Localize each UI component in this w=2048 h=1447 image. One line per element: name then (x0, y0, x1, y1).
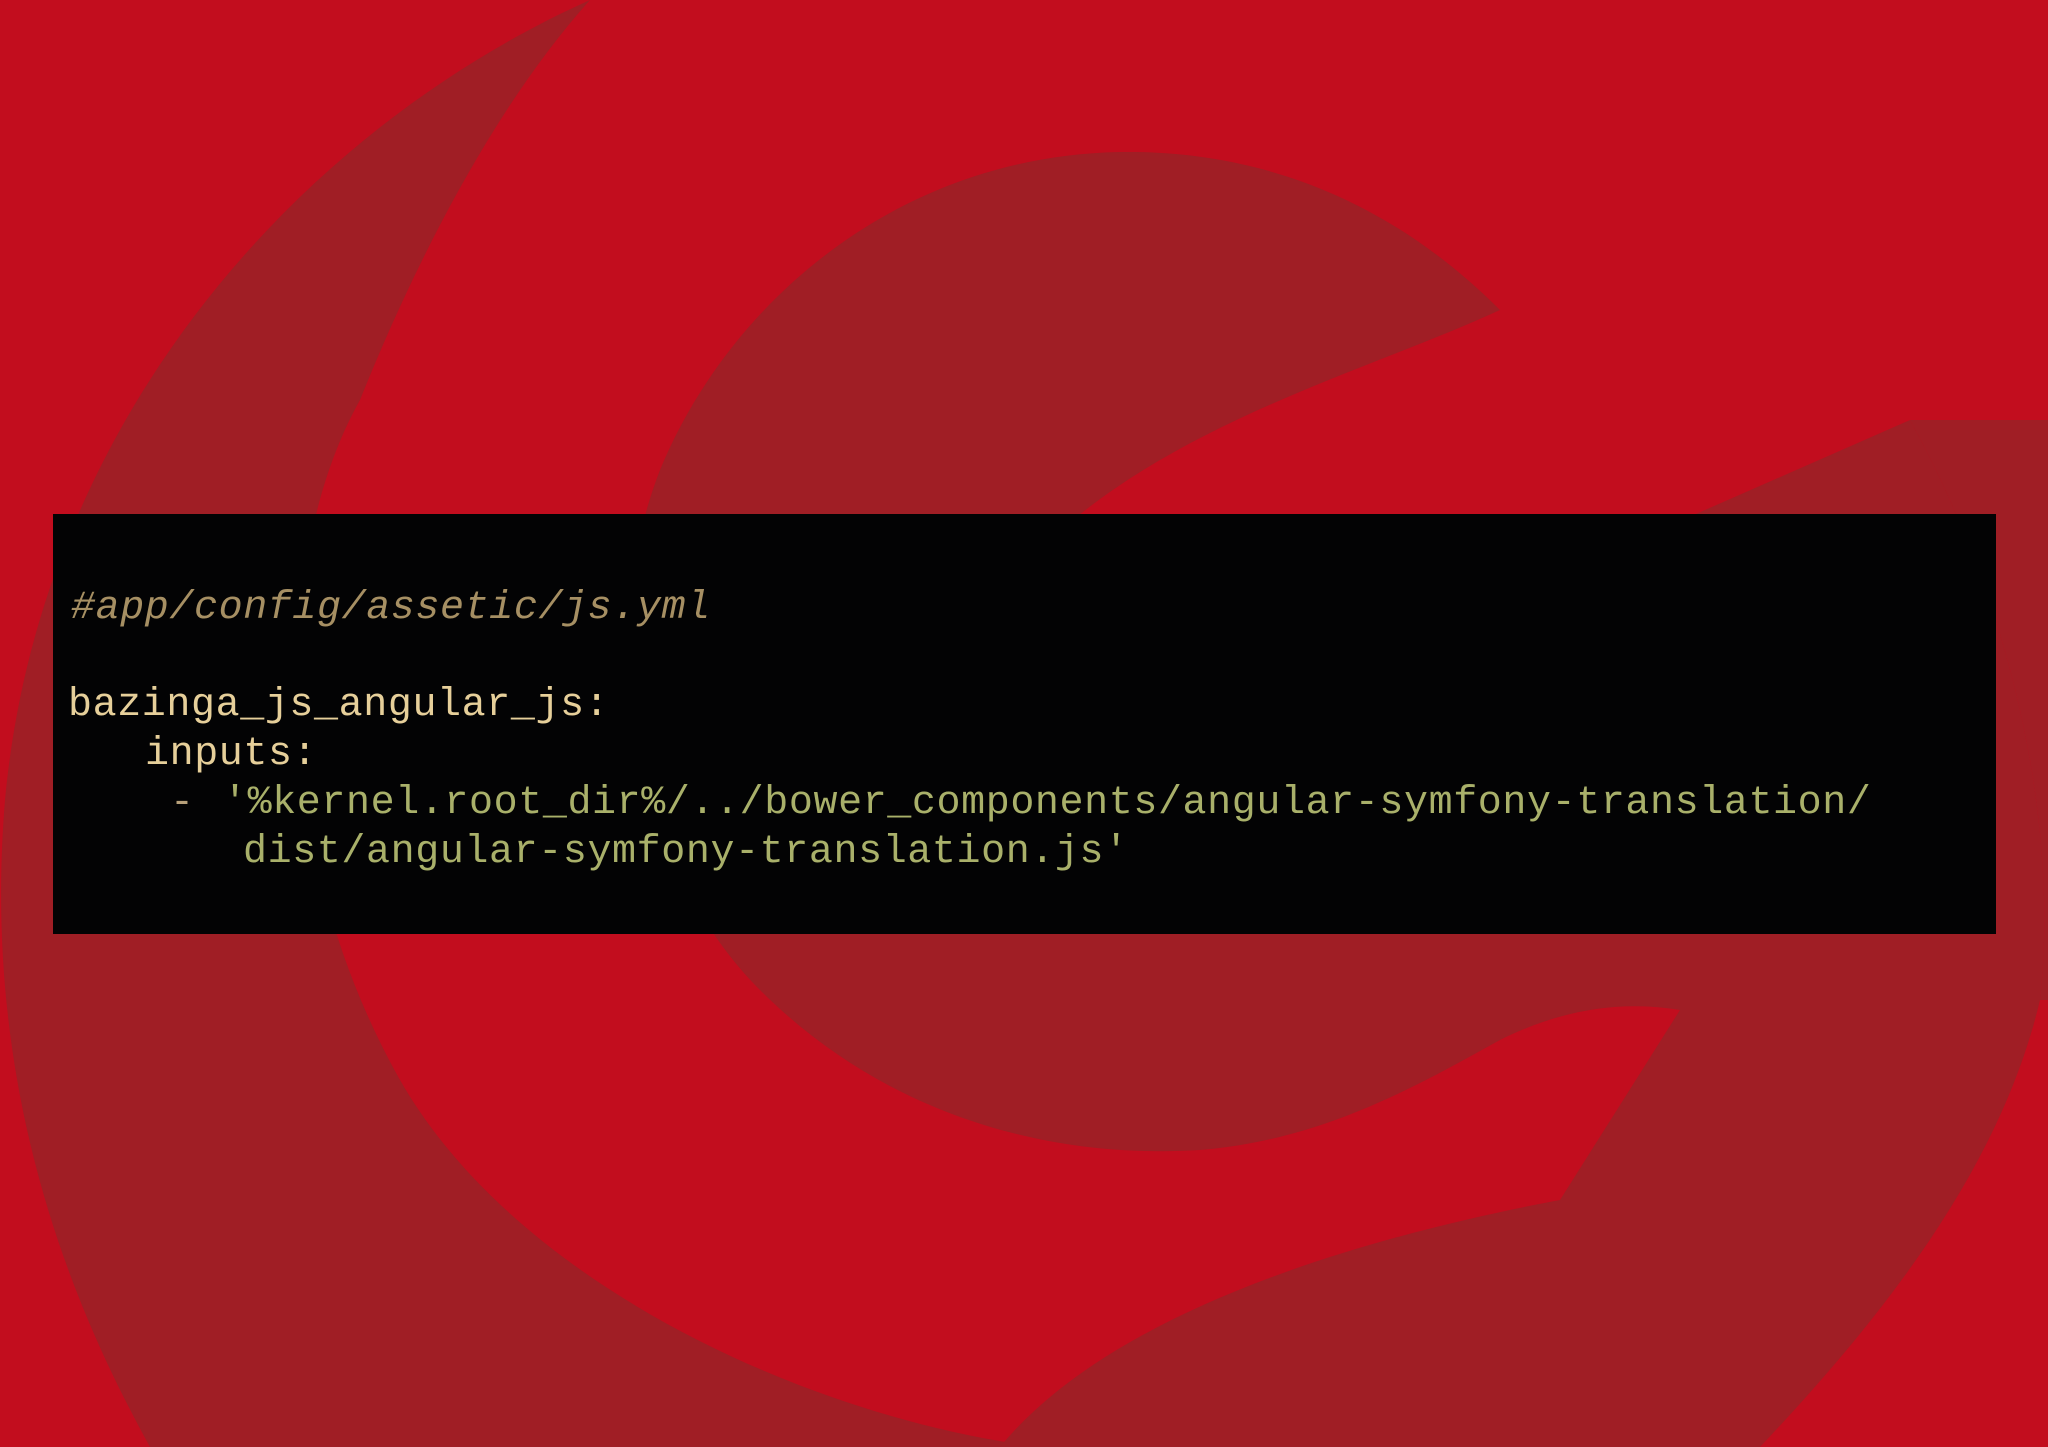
code-comment-line: #app/config/assetic/js.yml (71, 586, 711, 631)
code-block: #app/config/assetic/js.yml bazinga_js_an… (53, 514, 1996, 934)
code-inputs-key-line: inputs: (145, 732, 318, 777)
code-path-line-2: dist/angular-symfony-translation.js' (243, 830, 1129, 875)
code-path-line-1: '%kernel.root_dir%/../bower_components/a… (223, 781, 1872, 826)
code-root-key-line: bazinga_js_angular_js: (68, 683, 610, 728)
code-list-dash: - (170, 781, 195, 826)
